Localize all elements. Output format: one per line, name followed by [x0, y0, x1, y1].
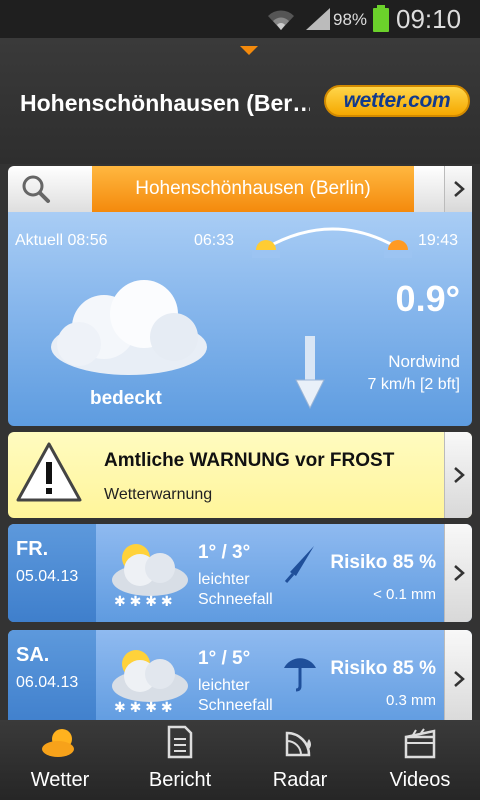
forecast-chevron[interactable] — [444, 630, 472, 728]
snow-cloud-icon: ✱ ✱ ✱ ✱ — [112, 544, 188, 609]
nav-label-radar: Radar — [272, 769, 328, 791]
battery-icon — [373, 5, 389, 32]
precipitation-amount: < 0.1 mm — [373, 586, 436, 603]
umbrella-closed-icon — [284, 546, 314, 583]
wifi-icon — [268, 10, 294, 30]
forecast-description: leichter Schneefall — [198, 676, 273, 716]
forecast-desc-line2: Schneefall — [198, 697, 273, 714]
video-icon — [404, 728, 436, 759]
search-button[interactable] — [8, 166, 64, 212]
forecast-row[interactable]: SA. 06.04.13 ✱ ✱ ✱ ✱ 1° / 5° leichter Sc… — [8, 630, 472, 728]
forecast-temps: 1° / 3° — [198, 542, 251, 563]
precipitation-risk: Risiko 85 % — [330, 658, 436, 679]
forecast-day-column: SA. 06.04.13 — [8, 630, 96, 728]
chevron-right-icon — [453, 181, 465, 197]
condition-text: bedeckt — [90, 388, 162, 409]
chevron-right-icon — [453, 467, 465, 483]
current-time-label: Aktuell 08:56 — [15, 232, 108, 249]
nav-label-videos: Videos — [389, 769, 451, 791]
bottom-nav: Wetter Bericht Radar Videos — [0, 720, 480, 800]
sunrise-time: 06:33 — [194, 232, 235, 249]
status-bar: 98% 09:10 — [0, 0, 480, 38]
page-title: Hohenschönhausen (Ber… — [20, 90, 310, 116]
wind-direction: Nordwind — [388, 352, 460, 371]
signal-icon — [306, 8, 330, 30]
wind-speed: 7 km/h [2 bft] — [367, 376, 460, 393]
forecast-temps: 1° / 5° — [198, 648, 251, 669]
cloud-icon — [51, 280, 207, 375]
forecast-date: 05.04.13 — [16, 568, 79, 585]
nav-label-bericht: Bericht — [148, 769, 212, 791]
current-temperature: 0.9° — [395, 278, 460, 319]
chevron-right-icon — [453, 671, 465, 687]
sun-path-icon — [252, 227, 412, 258]
search-icon — [22, 175, 50, 203]
chevron-right-icon — [453, 565, 465, 581]
warning-icon — [16, 442, 82, 502]
nav-item-bericht[interactable]: Bericht — [120, 720, 240, 800]
forecast-day: FR. — [16, 538, 49, 560]
location-tab[interactable]: Hohenschönhausen (Berlin) — [92, 166, 414, 212]
location-bar: Hohenschönhausen (Berlin) — [8, 166, 472, 212]
forecast-desc-line1: leichter — [198, 571, 250, 588]
snow-cloud-icon: ✱ ✱ ✱ ✱ — [112, 650, 188, 715]
forecast-description: leichter Schneefall — [198, 570, 273, 610]
svg-text:✱ ✱ ✱ ✱: ✱ ✱ ✱ ✱ — [114, 699, 173, 715]
tab-pointer — [240, 46, 258, 55]
precipitation-amount: 0.3 mm — [385, 692, 436, 709]
warning-chevron[interactable] — [444, 432, 472, 518]
sunset-time: 19:43 — [418, 232, 459, 249]
forecast-desc-line1: leichter — [198, 677, 250, 694]
radar-icon — [285, 731, 311, 757]
forecast-day-column: FR. 05.04.13 — [8, 524, 96, 622]
umbrella-open-icon — [284, 658, 316, 692]
svg-text:✱ ✱ ✱ ✱: ✱ ✱ ✱ ✱ — [114, 593, 173, 609]
logo-text: wetter.com — [343, 89, 451, 112]
precipitation-risk: Risiko 85 % — [330, 552, 436, 573]
forecast-desc-line2: Schneefall — [198, 591, 273, 608]
report-icon — [167, 725, 193, 759]
nav-item-wetter[interactable]: Wetter — [0, 720, 120, 800]
battery-percent: 98% — [333, 10, 368, 29]
current-weather-panel[interactable]: Aktuell 08:56 06:33 19:43 bedeckt 0.9° N… — [8, 212, 472, 426]
warning-subtitle: Wetterwarnung — [104, 486, 213, 503]
forecast-date: 06.04.13 — [16, 674, 79, 691]
nav-label-wetter: Wetter — [30, 769, 90, 791]
next-location-button[interactable] — [444, 166, 472, 212]
forecast-chevron[interactable] — [444, 524, 472, 622]
warning-title: Amtliche WARNUNG vor FROST — [104, 450, 395, 471]
forecast-row[interactable]: FR. 05.04.13 ✱ ✱ ✱ ✱ 1° / 3° leichter Sc… — [8, 524, 472, 622]
wind-arrow-icon — [295, 336, 325, 410]
wetter-logo[interactable]: wetter.com — [324, 85, 470, 117]
nav-item-videos[interactable]: Videos — [360, 720, 480, 800]
nav-item-radar[interactable]: Radar — [240, 720, 360, 800]
forecast-day: SA. — [16, 644, 50, 666]
status-time: 09:10 — [396, 4, 462, 34]
warning-card[interactable]: Amtliche WARNUNG vor FROST Wetterwarnung — [8, 432, 472, 518]
weather-icon — [42, 729, 74, 757]
